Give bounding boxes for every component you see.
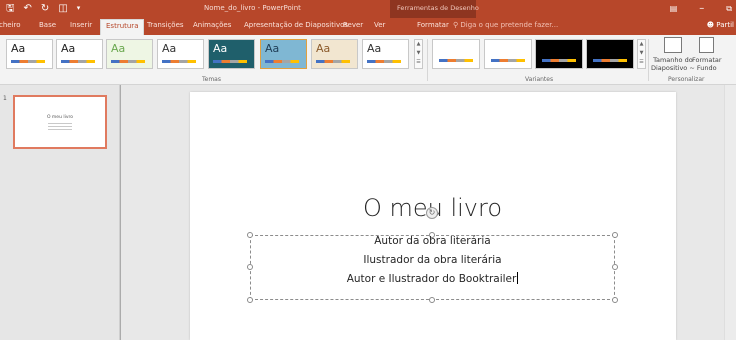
theme-sample-text: Aa [265, 42, 280, 55]
window-title: Nome_do_livro - PowerPoint [204, 4, 301, 12]
thumbnail-text-line [48, 129, 72, 130]
variants-gallery-scroll[interactable]: ▲ ▼ ☰ [637, 39, 646, 69]
theme-sample-text: Aa [213, 42, 228, 55]
person-icon: ☻ [706, 21, 715, 29]
tab-animacoes[interactable]: Animações [193, 21, 231, 29]
tab-estrutura[interactable]: Estrutura [100, 19, 145, 35]
thumbnail-title: O meu livro [46, 115, 74, 120]
tab-apresentacao[interactable]: Apresentação de Diapositivos [244, 21, 348, 29]
themes-gallery-scroll[interactable]: ▲ ▼ ☰ [414, 39, 423, 69]
ribbon-tabs: cheiro Base Inserir Estrutura Transições… [0, 18, 736, 35]
subtitle-line[interactable]: Autor e Ilustrador do Booktrailer [250, 272, 615, 285]
theme-thumbnail[interactable]: Aa [208, 39, 255, 69]
start-from-beginning-icon[interactable]: ◫ [58, 2, 67, 15]
theme-sample-text: Aa [61, 42, 76, 55]
thumbnail-text-line [48, 126, 72, 127]
resize-handle[interactable] [612, 297, 618, 303]
theme-color-strip [265, 60, 299, 63]
theme-sample-text: Aa [316, 42, 331, 55]
theme-color-strip [367, 60, 401, 63]
tab-ficheiro[interactable]: cheiro [0, 21, 21, 29]
vertical-scrollbar[interactable] [724, 85, 736, 340]
tell-me-text: Diga o que pretende fazer... [460, 21, 559, 29]
restore-icon[interactable]: ⧉ [726, 2, 732, 15]
customize-group-label: Personalizar [668, 76, 705, 83]
group-separator [427, 39, 428, 81]
variant-color-strip [491, 59, 525, 62]
redo-icon[interactable]: ↻ [41, 2, 49, 15]
theme-sample-text: Aa [367, 42, 382, 55]
group-separator [648, 39, 649, 81]
theme-color-strip [162, 60, 196, 63]
format-background-label: Formatar [692, 56, 722, 64]
tab-transicoes[interactable]: Transições [147, 21, 184, 29]
text-cursor [517, 272, 519, 284]
quick-access-toolbar: 🖫 ↶ ↻ ◫ ▾ [6, 2, 80, 15]
theme-color-strip [316, 60, 350, 63]
ribbon-display-options-icon[interactable]: ▤ [670, 2, 678, 15]
variant-thumbnail[interactable] [432, 39, 480, 69]
theme-color-strip [61, 60, 95, 63]
theme-sample-text: Aa [11, 42, 26, 55]
slide-number: 1 [3, 95, 7, 102]
resize-handle[interactable] [429, 297, 435, 303]
variant-thumbnail[interactable] [586, 39, 634, 69]
resize-handle[interactable] [247, 297, 253, 303]
variant-thumbnail[interactable] [484, 39, 532, 69]
tab-ver[interactable]: Ver [374, 21, 385, 29]
theme-thumbnail[interactable]: Aa [6, 39, 53, 69]
theme-sample-text: Aa [111, 42, 126, 55]
theme-thumbnail[interactable]: Aa [311, 39, 358, 69]
format-background-icon [699, 37, 715, 53]
window-controls: ▤ – ⧉ [670, 2, 732, 15]
undo-icon[interactable]: ↶ [24, 2, 32, 15]
variants-group-label: Variantes [525, 76, 554, 83]
tell-me-box[interactable]: ⚲ Diga o que pretende fazer... [453, 21, 558, 29]
tab-rever[interactable]: Rever [343, 21, 363, 29]
share-button[interactable]: ☻ Partil [707, 21, 734, 29]
format-background-label-2: Fundo [696, 64, 717, 72]
slide-size-label-2: Diapositivo ~ [651, 64, 695, 72]
slide-size-label: Tamanho do [653, 56, 693, 64]
variant-thumbnail[interactable] [535, 39, 583, 69]
subtitle-line[interactable]: Autor da obra literária [250, 235, 615, 247]
subtitle-line-text: Autor e Ilustrador do Booktrailer [346, 273, 517, 285]
minimize-icon[interactable]: – [699, 2, 704, 15]
slide-thumbnail[interactable]: O meu livro [13, 95, 107, 149]
thumbnail-text-line [48, 123, 72, 124]
subtitle-line[interactable]: Ilustrador da obra literária [250, 254, 615, 266]
theme-color-strip [11, 60, 45, 63]
title-bar: 🖫 ↶ ↻ ◫ ▾ Nome_do_livro - PowerPoint Fer… [0, 0, 736, 18]
customize-qat-icon[interactable]: ▾ [77, 2, 81, 15]
theme-thumbnail[interactable]: Aa [106, 39, 153, 69]
theme-thumbnail[interactable]: Aa [157, 39, 204, 69]
theme-sample-text: Aa [162, 42, 177, 55]
tab-inserir[interactable]: Inserir [70, 21, 92, 29]
variant-color-strip [439, 59, 473, 62]
drawing-tools-header: Ferramentas de Desenho [390, 0, 479, 18]
slide-size-button[interactable]: Tamanho do Diapositivo ~ [651, 37, 695, 72]
theme-color-strip [111, 60, 145, 63]
share-label: Partil [716, 21, 734, 29]
variant-color-strip [593, 59, 627, 62]
tab-base[interactable]: Base [39, 21, 56, 29]
slide-size-icon [663, 37, 682, 53]
rotate-handle-icon[interactable]: ↻ [426, 207, 438, 219]
theme-thumbnail[interactable]: Aa [260, 39, 307, 69]
save-icon[interactable]: 🖫 [6, 2, 15, 15]
tab-formatar[interactable]: Formatar [417, 21, 449, 29]
lightbulb-icon: ⚲ [453, 21, 459, 29]
themes-group-label: Temas [202, 76, 221, 83]
format-background-button[interactable]: Formatar Fundo [692, 37, 722, 72]
theme-thumbnail[interactable]: Aa [56, 39, 103, 69]
variant-color-strip [542, 59, 576, 62]
ribbon: Aa Aa Aa Aa Aa Aa Aa Aa ▲ ▼ ☰ ▲ ▼ ☰ Tamanho do Diap… [0, 35, 736, 85]
theme-color-strip [213, 60, 247, 63]
theme-thumbnail[interactable]: Aa [362, 39, 409, 69]
